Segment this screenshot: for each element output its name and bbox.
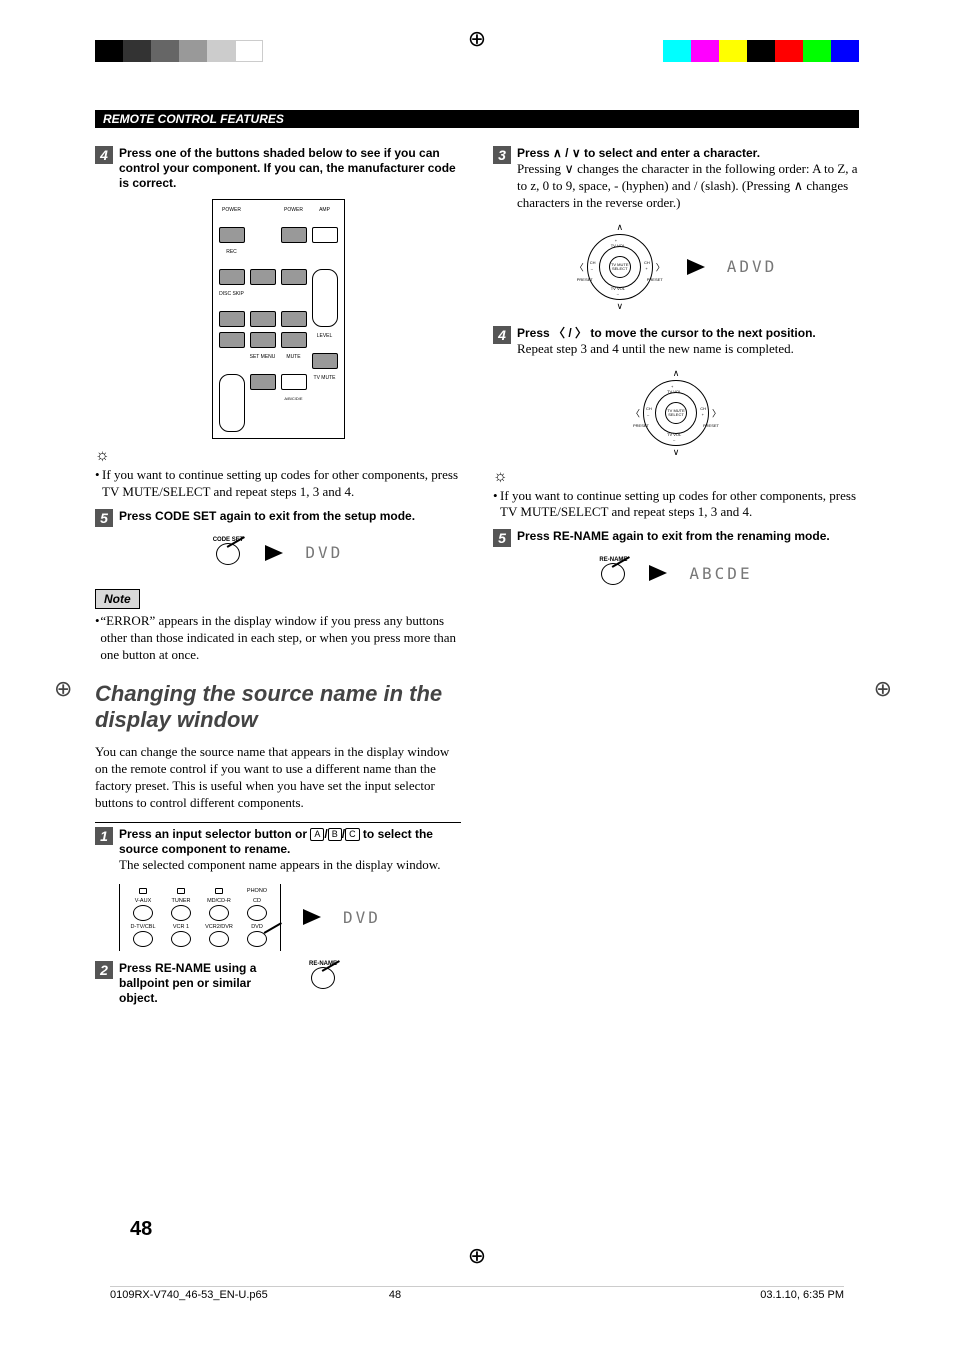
color-bars-left [95, 40, 263, 62]
page-number: 48 [130, 1218, 152, 1241]
rename-button-icon [311, 967, 335, 989]
remote-btn-av[interactable] [281, 227, 307, 243]
step-5-badge: 5 [95, 509, 113, 527]
tip-icon: ☼ [95, 447, 461, 465]
chip-b: B [328, 828, 342, 841]
note-label: Note [95, 589, 140, 609]
display-abcde: ABCDE [689, 564, 752, 583]
arrow-icon [687, 259, 705, 275]
registration-mark-right: ⊕ [874, 676, 892, 702]
footer: 0109RX-V740_46-53_EN-U.p65 48 03.1.10, 6… [110, 1286, 844, 1301]
remote-btn-vol[interactable] [312, 269, 338, 327]
remote-figure: POWERPOWERAMP REC DISC SKIP LEVELSET MEN… [212, 199, 345, 439]
display-dvd: DVD [305, 543, 343, 562]
page: ⊕ ⊕ ⊕ ⊕ REMOTE CONTROL FEATURES 4 Press … [0, 0, 954, 1351]
registration-mark-bottom: ⊕ [468, 1243, 486, 1269]
step-5r-badge: 5 [493, 529, 511, 547]
section-header: REMOTE CONTROL FEATURES [95, 110, 859, 128]
arrow-icon [265, 545, 283, 561]
arrow-icon [649, 565, 667, 581]
note-text: “ERROR” appears in the display window if… [100, 613, 461, 664]
footer-page: 48 [389, 1289, 401, 1301]
rename-button-icon-2 [601, 563, 625, 585]
chip-c: C [345, 828, 360, 841]
display-advd: ADVD [727, 257, 778, 276]
step-4-text: Press one of the buttons shaded below to… [119, 146, 461, 191]
footer-filename: 0109RX-V740_46-53_EN-U.p65 [110, 1289, 268, 1301]
remote-btn-audio[interactable] [281, 269, 307, 285]
display-dvd-2: DVD [343, 908, 381, 927]
color-bars-right [663, 40, 859, 62]
dpad-figure-2: ∧∨〈〉 TV MUTE SELECT + TV VOL TV VOL – CH… [631, 368, 721, 458]
selector-figure: PHONO V-AUXTUNERMD/CD-RCD D-TV/CBLVCR 1V… [119, 884, 281, 951]
step-5r-text: Press RE-NAME again to exit from the ren… [517, 529, 859, 547]
right-column: 3 Press ∧ / ∨ to select and enter a char… [493, 140, 859, 1006]
section-intro: You can change the source name that appe… [95, 744, 461, 812]
registration-mark-top: ⊕ [468, 26, 486, 52]
chip-a: A [310, 828, 324, 841]
step-5-text: Press CODE SET again to exit from the se… [119, 509, 461, 527]
step-4-badge: 4 [95, 146, 113, 164]
dpad-figure: ∧∨〈〉 TV MUTE SELECT + TV VOL TV VOL – CH… [575, 222, 665, 312]
codeset-button-icon [216, 543, 240, 565]
arrow-icon [303, 909, 321, 925]
registration-mark-left: ⊕ [54, 676, 72, 702]
tip-icon: ☼ [493, 468, 859, 486]
tip-text-r: If you want to continue setting up codes… [500, 488, 859, 522]
step-2-text: Press RE-NAME using a ballpoint pen or s… [119, 961, 279, 1006]
tip-text: If you want to continue setting up codes… [102, 467, 461, 501]
left-column: 4 Press one of the buttons shaded below … [95, 140, 461, 1006]
step-4r-badge: 4 [493, 326, 511, 344]
step-4r-body: Repeat step 3 and 4 until the new name i… [517, 341, 859, 358]
step-1-badge: 1 [95, 827, 113, 845]
step-2-badge: 2 [95, 961, 113, 979]
remote-btn-menu[interactable] [250, 374, 276, 390]
remote-btn-tv[interactable] [219, 227, 245, 243]
section-title: Changing the source name in the display … [95, 681, 461, 732]
step-3-badge: 3 [493, 146, 511, 164]
footer-timestamp: 03.1.10, 6:35 PM [760, 1289, 844, 1301]
step-1-body: The selected component name appears in t… [119, 857, 461, 874]
